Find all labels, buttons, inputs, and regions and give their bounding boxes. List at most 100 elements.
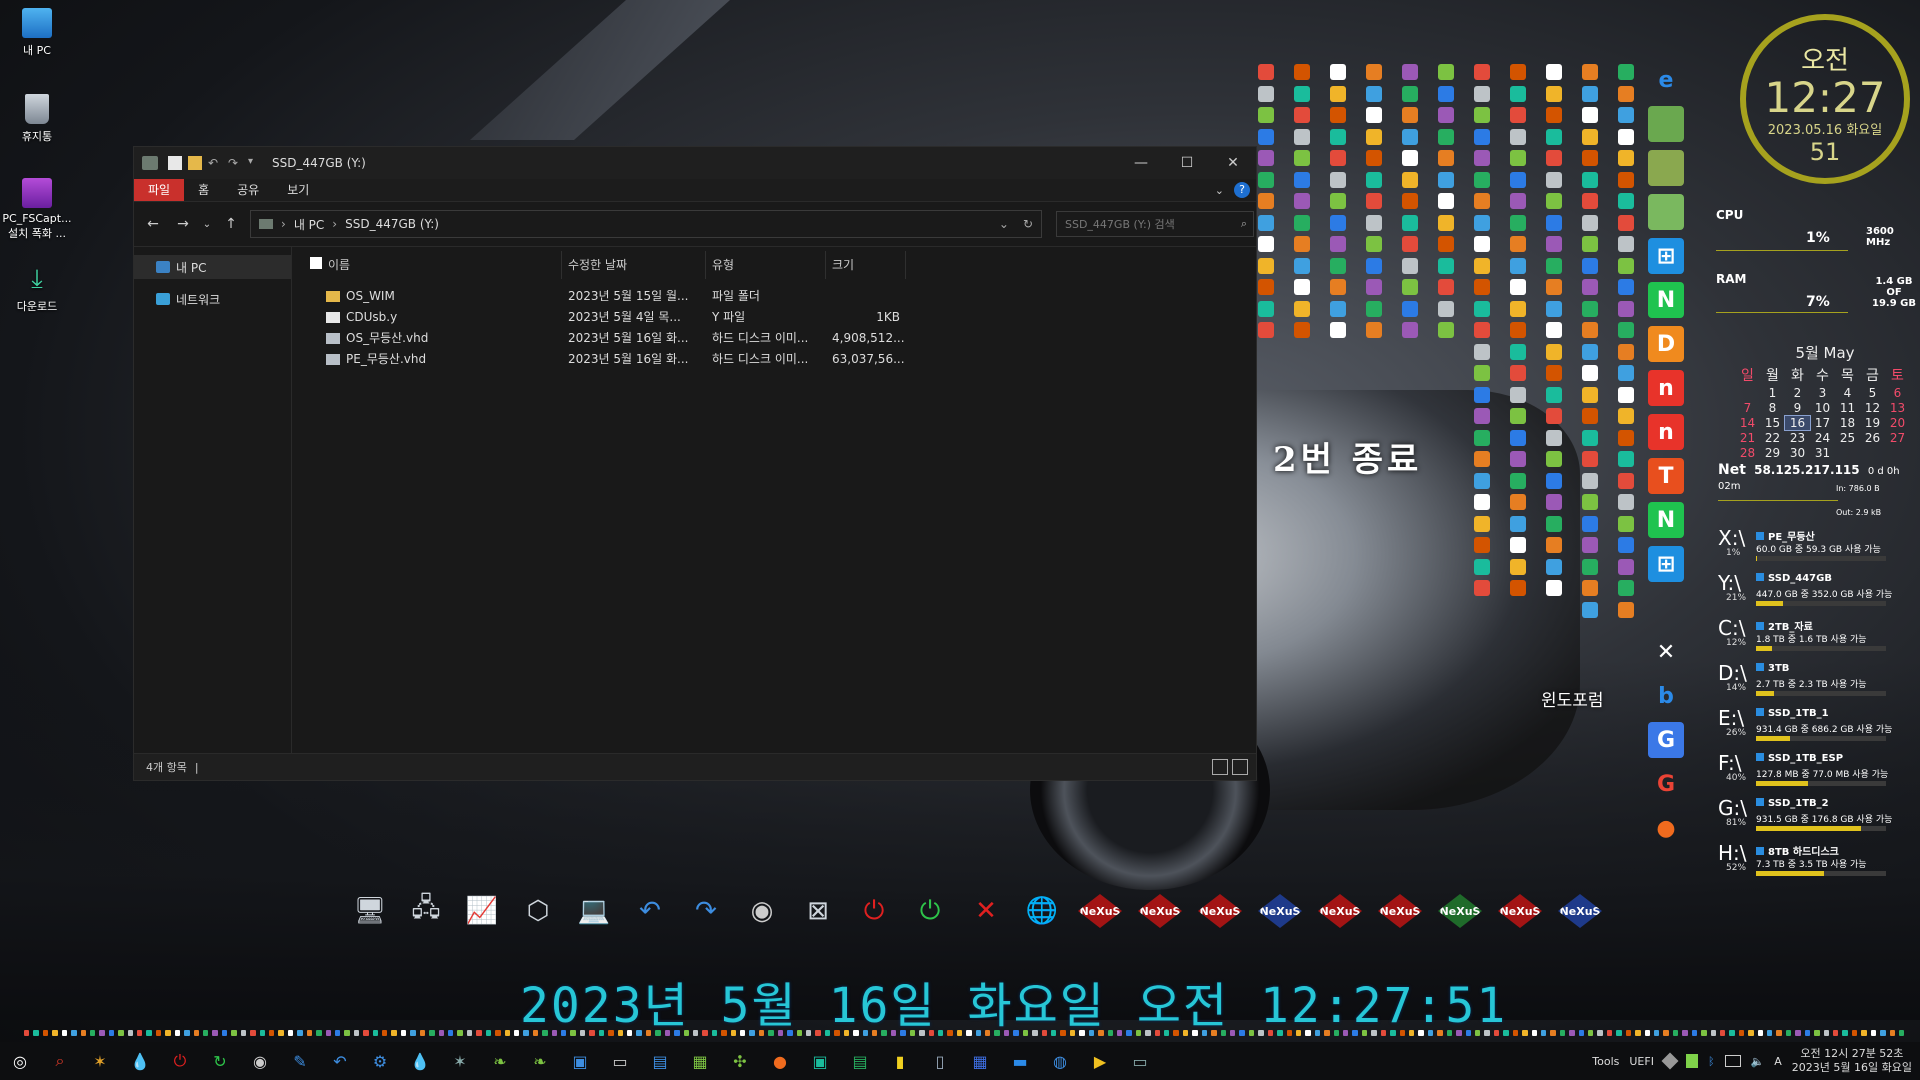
quick-launch-icon[interactable] bbox=[466, 1030, 473, 1036]
quick-launch-icon[interactable] bbox=[1324, 1030, 1330, 1036]
shortcut-icon[interactable] bbox=[1258, 150, 1274, 166]
shortcut-icon[interactable] bbox=[1366, 171, 1382, 188]
calendar-day[interactable]: 17 bbox=[1810, 416, 1835, 430]
bluetooth-icon[interactable]: ᛒ bbox=[1708, 1055, 1715, 1068]
player-icon[interactable]: ▶ bbox=[1087, 1048, 1113, 1074]
quick-launch-icon[interactable] bbox=[985, 1030, 991, 1036]
quick-launch-icon[interactable] bbox=[174, 1030, 181, 1036]
shortcut-icon[interactable] bbox=[1582, 214, 1598, 231]
calendar-day[interactable]: 24 bbox=[1810, 431, 1835, 445]
shortcut-icon[interactable] bbox=[1474, 386, 1490, 403]
shortcut-icon[interactable] bbox=[1330, 279, 1346, 295]
shortcut-icon[interactable] bbox=[1330, 171, 1346, 188]
shortcut-icon[interactable] bbox=[1510, 214, 1526, 231]
quick-launch-icon[interactable] bbox=[1550, 1030, 1556, 1036]
shortcut-icon[interactable] bbox=[1618, 257, 1634, 274]
app-n-icon[interactable]: n bbox=[1648, 370, 1684, 406]
shortcut-icon[interactable] bbox=[1582, 279, 1598, 295]
shortcut-icon[interactable] bbox=[1510, 107, 1526, 123]
quick-launch-icon[interactable] bbox=[542, 1030, 548, 1036]
drive-item[interactable]: E:\ 26% SSD_1TB_1 931.4 GB 중 686.2 GB 사용 가능 bbox=[1718, 706, 1918, 748]
excel-icon[interactable]: ▤ bbox=[847, 1048, 873, 1074]
shortcut-icon[interactable] bbox=[1294, 322, 1310, 338]
shortcut-icon[interactable] bbox=[1294, 257, 1310, 274]
nexus-dock-icon[interactable]: NeXuS bbox=[1318, 894, 1362, 928]
quick-launch-icon[interactable] bbox=[692, 1030, 699, 1036]
quick-launch-icon[interactable] bbox=[99, 1030, 105, 1036]
quick-launch-icon[interactable] bbox=[1098, 1030, 1104, 1036]
quick-launch-icon[interactable] bbox=[1795, 1030, 1801, 1036]
nexus-dock-icon[interactable]: NeXuS bbox=[1078, 894, 1122, 928]
shortcut-icon[interactable] bbox=[1474, 128, 1490, 145]
shortcut-icon[interactable] bbox=[1546, 193, 1562, 209]
shortcut-icon[interactable] bbox=[1402, 107, 1418, 123]
calendar-day[interactable]: 2 bbox=[1785, 386, 1810, 400]
shortcut-icon[interactable] bbox=[1474, 236, 1490, 252]
shortcut-icon[interactable] bbox=[1258, 193, 1274, 209]
calendar-day[interactable]: 28 bbox=[1735, 446, 1760, 460]
shortcut-icon[interactable] bbox=[1402, 257, 1418, 274]
shortcut-icon[interactable] bbox=[1546, 580, 1562, 596]
shortcut-icon[interactable] bbox=[1366, 279, 1382, 295]
quick-launch-icon[interactable] bbox=[1889, 1030, 1895, 1036]
disc-icon[interactable]: ◉ bbox=[247, 1048, 273, 1074]
quick-launch-icon[interactable] bbox=[1522, 1030, 1528, 1036]
shortcut-icon[interactable] bbox=[1474, 322, 1490, 338]
quick-launch-icon[interactable] bbox=[740, 1030, 746, 1036]
quick-launch-icon[interactable] bbox=[1653, 1030, 1660, 1036]
quick-launch-icon[interactable] bbox=[1861, 1030, 1867, 1036]
address-dropdown-icon[interactable]: ⌄ bbox=[999, 217, 1009, 231]
firefox-icon[interactable]: ● bbox=[767, 1048, 793, 1074]
shortcut-icon[interactable] bbox=[1474, 279, 1490, 295]
quick-launch-icon[interactable] bbox=[627, 1030, 633, 1036]
shortcut-icon[interactable] bbox=[1402, 236, 1418, 252]
quick-launch-icon[interactable] bbox=[1569, 1030, 1575, 1036]
quick-launch-icon[interactable] bbox=[1060, 1030, 1066, 1036]
tray-diamond-icon[interactable] bbox=[1661, 1052, 1679, 1070]
nexus-dock-icon[interactable]: NeXuS bbox=[1378, 894, 1422, 928]
shortcut-icon[interactable] bbox=[1474, 64, 1490, 80]
shortcut-icon[interactable] bbox=[1474, 107, 1490, 123]
quick-launch-icon[interactable] bbox=[306, 1030, 313, 1036]
shortcut-icon[interactable] bbox=[1510, 408, 1526, 424]
quick-launch-icon[interactable] bbox=[344, 1030, 350, 1036]
quick-launch-icon[interactable] bbox=[561, 1030, 567, 1036]
quick-launch-icon[interactable] bbox=[1371, 1030, 1377, 1036]
shortcut-icon[interactable] bbox=[1402, 85, 1418, 102]
shortcut-icon[interactable] bbox=[1618, 171, 1634, 188]
internet-explorer-icon[interactable]: e bbox=[1648, 62, 1684, 98]
quick-launch-icon[interactable] bbox=[777, 1030, 784, 1036]
quick-launch-icon[interactable] bbox=[1757, 1030, 1764, 1036]
calendar-day[interactable]: 12 bbox=[1860, 401, 1885, 415]
calendar-day[interactable]: 19 bbox=[1860, 416, 1885, 430]
laptop-icon[interactable]: 💻 bbox=[574, 891, 614, 931]
quick-launch-icon[interactable] bbox=[1258, 1030, 1264, 1036]
shortcut-icon[interactable] bbox=[1366, 322, 1382, 338]
quick-launch-icon[interactable] bbox=[674, 1030, 680, 1036]
quick-launch-icon[interactable] bbox=[363, 1030, 369, 1036]
calendar-day[interactable]: 16 bbox=[1784, 415, 1811, 431]
quick-launch-icon[interactable] bbox=[1672, 1030, 1679, 1036]
quick-launch-icon[interactable] bbox=[1776, 1030, 1782, 1036]
quick-launch-icon[interactable] bbox=[1032, 1030, 1038, 1036]
tab-view[interactable]: 보기 bbox=[273, 179, 323, 201]
column-name[interactable]: 이름 bbox=[292, 251, 562, 279]
undo-icon[interactable]: ↶ bbox=[630, 891, 670, 931]
shortcut-icon[interactable] bbox=[1582, 515, 1598, 532]
shortcut-icon[interactable] bbox=[1438, 279, 1454, 295]
shortcut-icon[interactable] bbox=[1294, 85, 1310, 102]
quick-launch-icon[interactable] bbox=[853, 1030, 859, 1036]
calendar-day[interactable]: 7 bbox=[1735, 401, 1760, 415]
quick-launch-icon[interactable] bbox=[127, 1030, 134, 1036]
shortcut-icon[interactable] bbox=[1618, 128, 1634, 145]
shortcut-icon[interactable] bbox=[1582, 171, 1598, 188]
shortcut-icon[interactable] bbox=[1618, 494, 1634, 510]
quick-launch-icon[interactable] bbox=[52, 1030, 58, 1036]
shortcut-icon[interactable] bbox=[1582, 236, 1598, 252]
shortcut-icon[interactable] bbox=[1366, 236, 1382, 252]
nexus-dock-icon[interactable]: NeXuS bbox=[1138, 894, 1182, 928]
shortcut-icon[interactable] bbox=[1330, 257, 1346, 274]
quick-launch-icon[interactable] bbox=[1013, 1030, 1019, 1036]
calendar-day[interactable]: 22 bbox=[1760, 431, 1785, 445]
quick-launch-icon[interactable] bbox=[447, 1030, 454, 1036]
